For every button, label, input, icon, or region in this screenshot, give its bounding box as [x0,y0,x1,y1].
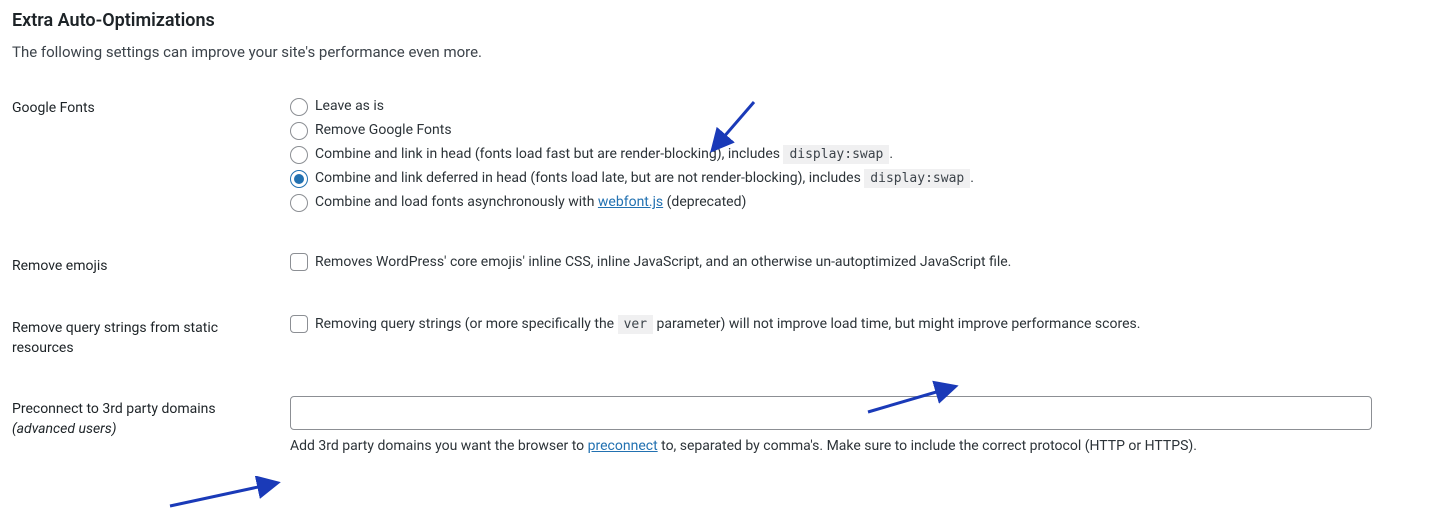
radio-remove-input[interactable] [290,122,308,140]
remove-emojis-check[interactable]: Removes WordPress' core emojis' inline C… [290,253,1428,271]
radio-combine-head-input[interactable] [290,146,308,164]
remove-query-field: Removing query strings (or more specific… [290,315,1428,333]
radio-leave-as-is[interactable]: Leave as is [290,95,1428,118]
radio-combine-deferred[interactable]: Combine and link deferred in head (fonts… [290,167,1428,190]
remove-emojis-desc: Removes WordPress' core emojis' inline C… [315,254,1011,270]
google-fonts-field: Leave as is Remove Google Fonts Combine … [290,95,1428,215]
radio-combine-head[interactable]: Combine and link in head (fonts load fas… [290,143,1428,166]
preconnect-helper-b: to, separated by comma's. Make sure to i… [658,438,1197,454]
combine-head-text-a: Combine and link in head (fonts load fas… [315,146,783,162]
remove-query-code: ver [618,315,653,334]
remove-query-text-b: parameter) will not improve load time, b… [653,316,1140,332]
async-text-b: (deprecated) [663,194,746,210]
combine-head-text-b: . [889,146,893,162]
radio-async-input[interactable] [290,194,308,212]
remove-query-desc: Removing query strings (or more specific… [315,316,1140,332]
preconnect-link[interactable]: preconnect [588,438,658,454]
preconnect-label-hint: (advanced users) [12,421,117,437]
remove-query-label: Remove query strings from static resourc… [12,315,290,358]
preconnect-label: Preconnect to 3rd party domains (advance… [12,396,290,439]
combine-deferred-text-a: Combine and link deferred in head (fonts… [315,170,864,186]
radio-leave-input[interactable] [290,98,308,116]
google-fonts-label: Google Fonts [12,95,290,119]
google-fonts-row: Google Fonts Leave as is Remove Google F… [12,85,1428,243]
combine-deferred-text-b: . [970,170,974,186]
preconnect-label-a: Preconnect to 3rd party domains [12,401,216,417]
remove-emojis-checkbox[interactable] [290,253,308,271]
radio-async-label: Combine and load fonts asynchronously wi… [315,191,746,214]
section-title: Extra Auto-Optimizations [12,10,1428,31]
preconnect-input[interactable] [290,396,1372,430]
radio-combine-head-label: Combine and link in head (fonts load fas… [315,143,893,166]
radio-remove-label: Remove Google Fonts [315,119,452,142]
section-description: The following settings can improve your … [12,43,1428,61]
radio-async-webfont[interactable]: Combine and load fonts asynchronously wi… [290,191,1428,214]
combine-head-code: display:swap [783,145,889,164]
remove-query-checkbox[interactable] [290,315,308,333]
remove-emojis-label: Remove emojis [12,253,290,277]
radio-combine-deferred-label: Combine and link deferred in head (fonts… [315,167,974,190]
preconnect-helper: Add 3rd party domains you want the brows… [290,436,1428,457]
preconnect-helper-a: Add 3rd party domains you want the brows… [290,438,588,454]
webfont-link[interactable]: webfont.js [598,194,663,210]
combine-deferred-code: display:swap [864,169,970,188]
remove-emojis-row: Remove emojis Removes WordPress' core em… [12,243,1428,305]
remove-query-check[interactable]: Removing query strings (or more specific… [290,315,1428,333]
preconnect-row: Preconnect to 3rd party domains (advance… [12,386,1428,473]
async-text-a: Combine and load fonts asynchronously wi… [315,194,598,210]
preconnect-field: Add 3rd party domains you want the brows… [290,396,1428,457]
remove-emojis-field: Removes WordPress' core emojis' inline C… [290,253,1428,271]
remove-query-text-a: Removing query strings (or more specific… [315,316,618,332]
remove-query-row: Remove query strings from static resourc… [12,305,1428,386]
radio-combine-deferred-input[interactable] [290,170,308,188]
radio-remove-fonts[interactable]: Remove Google Fonts [290,119,1428,142]
radio-leave-label: Leave as is [315,95,384,118]
annotation-arrow-icon [162,476,282,516]
